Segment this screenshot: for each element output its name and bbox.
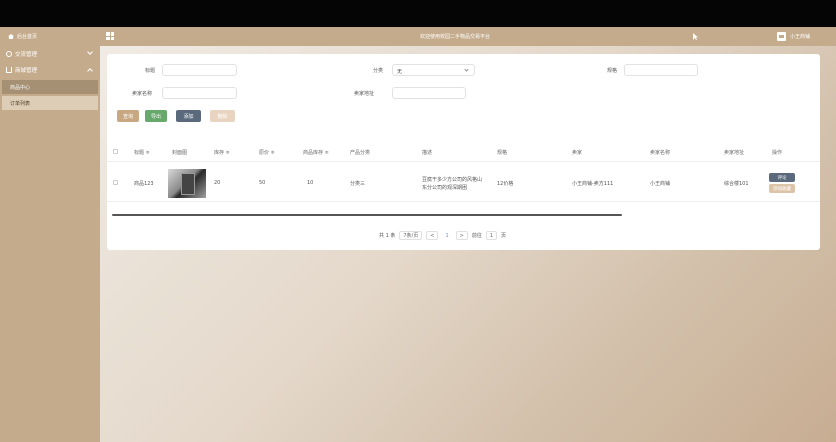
column-header: 产品分类 bbox=[350, 150, 371, 156]
category-filter-label: 分类 bbox=[373, 68, 384, 74]
sidebar-item-goods-center[interactable]: 商品中心 bbox=[2, 80, 98, 94]
cell-price: 50 bbox=[259, 180, 266, 186]
seller-filter-label: 卖家名称 bbox=[132, 91, 153, 97]
current-page[interactable]: 1 bbox=[442, 231, 451, 240]
column-header[interactable]: 原价 ≑ bbox=[259, 149, 275, 156]
browser-top-bar bbox=[0, 0, 836, 27]
total-count: 共 1 条 bbox=[379, 233, 396, 239]
welcome-text: 欢迎使用校园二手物品交易平台 bbox=[420, 34, 491, 40]
add-favorite-button[interactable]: 添加收藏 bbox=[769, 184, 795, 193]
seller-filter-input[interactable] bbox=[162, 87, 237, 99]
spec-filter-label: 规格 bbox=[607, 68, 618, 74]
main-content: 标题 分类 无 规格 卖家名称 卖家地址 查询 导出 添加 删除 标题 ≑ 封面… bbox=[100, 46, 836, 442]
column-header: 操作 bbox=[772, 150, 783, 156]
cell-category: 分类三 bbox=[350, 181, 366, 187]
review-button[interactable]: 评论 bbox=[769, 173, 795, 182]
column-header[interactable]: 商品库存 ≑ bbox=[303, 149, 329, 156]
sidebar: 交流管理 商城管理 商品中心 订单列表 bbox=[0, 46, 100, 442]
cell-stock: 20 bbox=[214, 180, 221, 186]
chat-icon bbox=[6, 51, 12, 57]
pagination: 共 1 条 7条/页 < 1 > 前往 1 页 bbox=[379, 231, 506, 240]
page-suffix: 页 bbox=[501, 233, 507, 239]
column-header: 封面图 bbox=[172, 150, 188, 156]
cell-seller-name: 小王商铺 bbox=[650, 181, 671, 187]
sidebar-item-order-list[interactable]: 订单列表 bbox=[2, 96, 98, 110]
address-filter-label: 卖家地址 bbox=[354, 91, 375, 97]
sidebar-group-mall[interactable]: 商城管理 bbox=[0, 62, 100, 78]
prev-page-button[interactable]: < bbox=[426, 231, 439, 240]
cell-goods-stock: 10 bbox=[307, 180, 314, 186]
cell-seller: 小王商铺-卖方111 bbox=[572, 181, 614, 187]
username[interactable]: 小王商铺 bbox=[790, 33, 810, 40]
column-header[interactable]: 库存 ≑ bbox=[214, 149, 230, 156]
page-size-select[interactable]: 7条/页 bbox=[399, 231, 423, 240]
title-filter-label: 标题 bbox=[145, 68, 156, 74]
add-button[interactable]: 添加 bbox=[176, 110, 201, 122]
bag-icon bbox=[6, 67, 12, 73]
chevron-down-icon bbox=[464, 67, 469, 72]
delete-button[interactable]: 删除 bbox=[210, 110, 235, 122]
address-filter-input[interactable] bbox=[392, 87, 466, 99]
cell-seller-address: 综合楼101 bbox=[724, 181, 749, 187]
goods-panel: 标题 分类 无 规格 卖家名称 卖家地址 查询 导出 添加 删除 标题 ≑ 封面… bbox=[107, 54, 820, 250]
export-button[interactable]: 导出 bbox=[145, 110, 167, 122]
chevron-up-icon bbox=[87, 68, 93, 74]
app-header: 后台首页 欢迎使用校园二手物品交易平台 小王商铺 bbox=[0, 27, 836, 46]
column-header: 卖家地址 bbox=[724, 150, 745, 156]
column-header: 卖家名称 bbox=[650, 150, 671, 156]
mouse-cursor-icon bbox=[693, 33, 698, 40]
row-checkbox[interactable] bbox=[113, 180, 118, 185]
sidebar-group-label: 交流管理 bbox=[15, 52, 38, 58]
sidebar-group-communication[interactable]: 交流管理 bbox=[0, 46, 100, 62]
goto-page-input[interactable]: 1 bbox=[485, 231, 498, 240]
category-selected-value: 无 bbox=[397, 69, 403, 75]
home-link[interactable]: 后台首页 bbox=[8, 33, 37, 40]
home-icon bbox=[8, 34, 14, 39]
column-header: 卖家 bbox=[572, 150, 583, 156]
sidebar-group-label: 商城管理 bbox=[15, 68, 38, 74]
category-filter-select[interactable]: 无 bbox=[392, 64, 475, 76]
cell-title: 商品123 bbox=[134, 181, 154, 187]
goods-table: 标题 ≑ 封面图 库存 ≑ 原价 ≑ 商品库存 ≑ 产品分类 描述 规格 卖家 … bbox=[107, 142, 820, 202]
goto-label: 前往 bbox=[471, 233, 482, 239]
cell-desc-line1: 豆腐干多少方公司的风格山 bbox=[422, 177, 483, 183]
title-filter-input[interactable] bbox=[162, 64, 237, 76]
column-header: 描述 bbox=[422, 150, 433, 156]
next-page-button[interactable]: > bbox=[455, 231, 468, 240]
select-all-checkbox[interactable] bbox=[113, 149, 118, 154]
table-horizontal-scrollbar[interactable] bbox=[112, 214, 622, 216]
home-label: 后台首页 bbox=[17, 34, 38, 40]
search-button[interactable]: 查询 bbox=[117, 110, 139, 122]
column-header: 规格 bbox=[497, 150, 508, 156]
avatar[interactable] bbox=[777, 32, 786, 41]
chevron-down-icon bbox=[87, 49, 93, 55]
table-row[interactable]: 商品123 20 50 10 分类三 豆腐干多少方公司的风格山 东分公司的观深期… bbox=[107, 162, 820, 202]
table-header: 标题 ≑ 封面图 库存 ≑ 原价 ≑ 商品库存 ≑ 产品分类 描述 规格 卖家 … bbox=[107, 142, 820, 162]
column-header[interactable]: 标题 ≑ bbox=[134, 149, 150, 156]
cover-image bbox=[168, 169, 206, 198]
cell-spec: 12价格 bbox=[497, 181, 514, 187]
cell-desc-line2: 东分公司的观深期困 bbox=[422, 185, 468, 191]
spec-filter-input[interactable] bbox=[624, 64, 698, 76]
menu-toggle-icon[interactable] bbox=[106, 32, 114, 40]
